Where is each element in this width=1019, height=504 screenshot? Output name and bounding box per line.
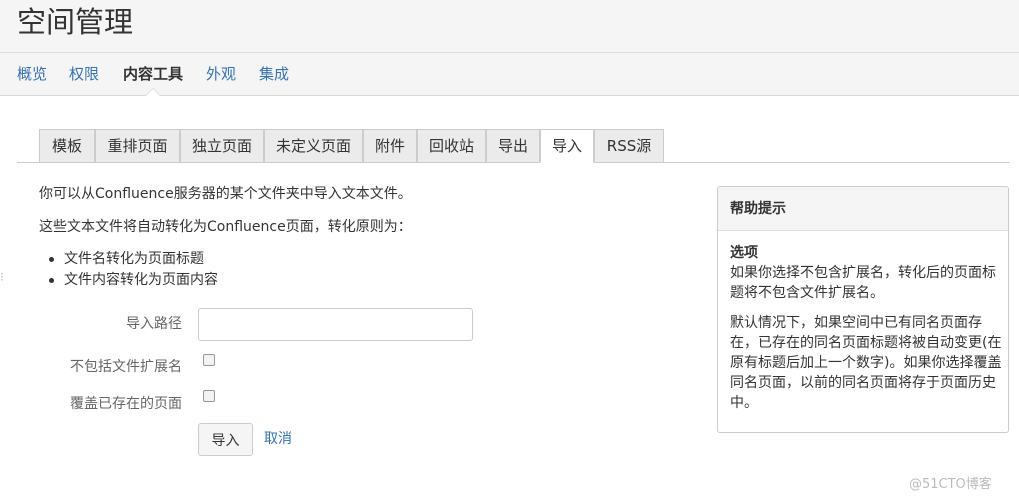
help-overwrite-text: 默认情况下，如果空间中已有同名页面存在，已存在的同名页面标题将被自动变更(在原有… bbox=[730, 315, 1002, 411]
tab-export[interactable]: 导出 bbox=[486, 129, 540, 163]
help-extension-text: 如果你选择不包含扩展名，转化后的页面标题将不包含文件扩展名。 bbox=[730, 265, 996, 301]
help-panel-title: 帮助提示 bbox=[730, 201, 786, 217]
edge-marker-icon: ⁝ bbox=[0, 270, 4, 284]
overwrite-existing-checkbox[interactable] bbox=[203, 390, 215, 402]
help-panel-header: 帮助提示 bbox=[718, 187, 1008, 231]
page-header: 空间管理 概览 权限 内容工具 外观 集成 bbox=[0, 0, 1019, 96]
nav-item-overview[interactable]: 概览 bbox=[17, 63, 47, 85]
help-panel-body: 选项 如果你选择不包含扩展名，转化后的页面标题将不包含文件扩展名。 默认情况下，… bbox=[730, 243, 1002, 423]
tab-import[interactable]: 导入 bbox=[540, 129, 594, 163]
import-intro-text: 你可以从Confluence服务器的某个文件夹中导入文本文件。 bbox=[39, 186, 412, 202]
import-rules-intro: 这些文本文件将自动转化为Confluence页面，转化原则为： bbox=[39, 219, 412, 235]
tab-rss-feeds[interactable]: RSS源 bbox=[594, 129, 664, 163]
watermark: @51CTO博客 bbox=[909, 477, 992, 492]
import-button[interactable]: 导入 bbox=[198, 423, 253, 456]
nav-item-permissions[interactable]: 权限 bbox=[69, 63, 99, 85]
tab-templates[interactable]: 模板 bbox=[39, 129, 95, 163]
tab-undefined-pages[interactable]: 未定义页面 bbox=[264, 129, 363, 163]
import-path-label: 导入路径 bbox=[126, 316, 182, 332]
help-tips-panel: 帮助提示 选项 如果你选择不包含扩展名，转化后的页面标题将不包含文件扩展名。 默… bbox=[717, 186, 1009, 433]
tab-trash[interactable]: 回收站 bbox=[417, 129, 486, 163]
tab-orphaned-pages[interactable]: 独立页面 bbox=[180, 129, 264, 163]
import-path-input[interactable] bbox=[198, 308, 473, 341]
overwrite-existing-label: 覆盖已存在的页面 bbox=[70, 396, 182, 412]
active-nav-caret bbox=[146, 89, 160, 96]
nav-item-integrations[interactable]: 集成 bbox=[259, 63, 289, 85]
nav-item-look-and-feel[interactable]: 外观 bbox=[206, 63, 236, 85]
cancel-link[interactable]: 取消 bbox=[264, 429, 292, 449]
import-rules-list: 文件名转化为页面标题 文件内容转化为页面内容 bbox=[49, 249, 218, 291]
list-item: 文件名转化为页面标题 bbox=[49, 249, 218, 270]
nav-item-content-tools[interactable]: 内容工具 bbox=[123, 63, 183, 85]
content-tools-tabs: 模板 重排页面 独立页面 未定义页面 附件 回收站 导出 导入 RSS源 bbox=[17, 129, 1010, 163]
tab-attachments[interactable]: 附件 bbox=[363, 129, 417, 163]
header-divider bbox=[0, 52, 1019, 53]
exclude-extension-label: 不包括文件扩展名 bbox=[70, 359, 182, 375]
tab-reorder-pages[interactable]: 重排页面 bbox=[95, 129, 180, 163]
page-title: 空间管理 bbox=[17, 5, 134, 39]
exclude-extension-checkbox[interactable] bbox=[203, 354, 215, 366]
list-item: 文件内容转化为页面内容 bbox=[49, 270, 218, 291]
help-options-heading: 选项 bbox=[730, 245, 758, 261]
